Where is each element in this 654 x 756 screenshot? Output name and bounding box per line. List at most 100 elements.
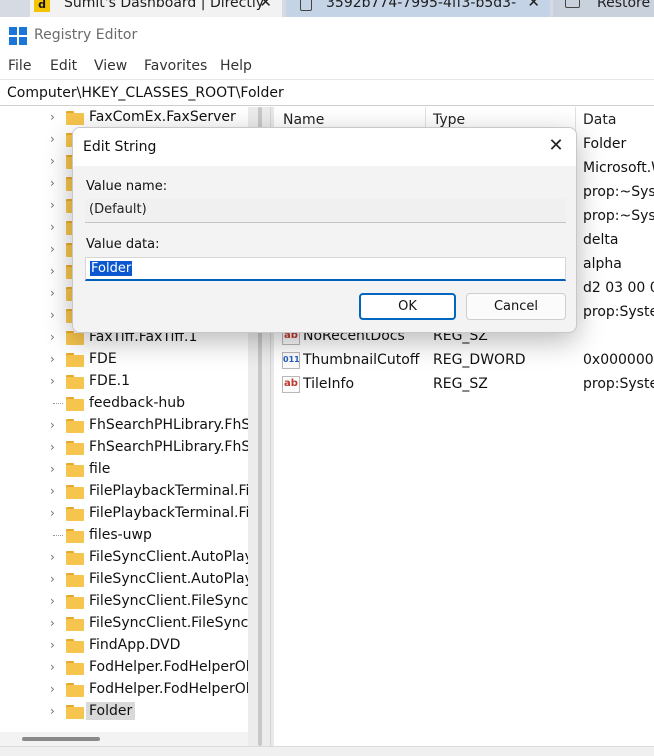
tree-item[interactable]: › FodHelper.FodHelperOl — [0, 657, 250, 679]
chevron-right-icon[interactable]: › — [50, 330, 55, 344]
chevron-right-icon[interactable]: › — [50, 220, 55, 234]
browser-tab-document[interactable]: 3592b774-7995-4ff3-b5d3- ✕ — [286, 0, 550, 17]
chevron-right-icon[interactable]: › — [50, 132, 55, 146]
chevron-right-icon[interactable]: › — [50, 462, 55, 476]
tree-item[interactable]: › Folder — [0, 701, 250, 723]
folder-icon — [66, 573, 84, 587]
folder-icon — [66, 111, 84, 125]
value-data-input[interactable]: Folder — [85, 257, 566, 281]
menu-help[interactable]: Help — [220, 58, 252, 74]
menu-file[interactable]: File — [8, 58, 31, 74]
tree-item[interactable]: › FileSyncClient.FileSyncC — [0, 613, 258, 635]
chevron-right-icon[interactable]: › — [50, 484, 55, 498]
tree-item[interactable]: › FilePlaybackTerminal.Fil — [0, 503, 253, 525]
value-data-text[interactable]: Folder — [90, 261, 133, 276]
column-header-data[interactable]: Data — [583, 112, 616, 128]
close-icon[interactable]: ✕ — [545, 136, 567, 158]
tree-item[interactable]: files-uwp — [0, 525, 250, 547]
chevron-right-icon[interactable]: › — [50, 638, 55, 652]
folder-icon — [66, 507, 84, 521]
chevron-right-icon[interactable]: › — [50, 440, 55, 454]
tree-item[interactable]: › FhSearchPHLibrary.FhSe — [0, 415, 259, 437]
folder-icon — [66, 331, 84, 345]
value-data-cell: Folder — [583, 136, 627, 152]
value-row[interactable]: 011ThumbnailCutoff REG_DWORD 0x0000000 — [275, 349, 654, 373]
folder-icon — [66, 683, 84, 697]
tree-item[interactable]: › FDE.1 — [0, 371, 250, 393]
tab-title: Restore P — [597, 0, 654, 11]
tree-item-label: Folder — [86, 702, 136, 720]
tab-close-icon[interactable]: ✕ — [527, 0, 540, 10]
chevron-right-icon[interactable]: › — [50, 198, 55, 212]
value-data-cell: Microsoft.W — [583, 160, 654, 176]
browser-tab-dashboard[interactable]: d Sumit's Dashboard | Directly ✕ — [30, 0, 282, 17]
tree-item[interactable]: › FDE — [0, 349, 250, 371]
tree-item-label: FilePlaybackTerminal.Fil — [89, 483, 254, 499]
chevron-right-icon[interactable]: › — [50, 572, 55, 586]
column-header-type[interactable]: Type — [433, 112, 465, 128]
menu-favorites[interactable]: Favorites — [144, 58, 207, 74]
folder-icon — [66, 463, 84, 477]
value-data-cell: alpha — [583, 256, 622, 272]
address-path[interactable]: Computer\HKEY_CLASSES_ROOT\Folder — [7, 85, 284, 101]
tree-item[interactable]: › FindApp.DVD — [0, 635, 250, 657]
menu-edit[interactable]: Edit — [50, 58, 77, 74]
window-titlebar: Registry Editor — [0, 17, 654, 55]
cancel-button[interactable]: Cancel — [466, 293, 566, 320]
chevron-right-icon[interactable]: › — [50, 352, 55, 366]
tree-item[interactable]: › FilePlaybackTerminal.Fil — [0, 481, 253, 503]
chevron-right-icon[interactable]: › — [50, 660, 55, 674]
folder-icon — [66, 617, 84, 631]
chevron-right-icon[interactable]: › — [50, 418, 55, 432]
tab-close-icon[interactable]: ✕ — [259, 0, 272, 10]
address-bar[interactable]: Computer\HKEY_CLASSES_ROOT\Folder — [0, 79, 654, 106]
tree-item[interactable]: feedback-hub — [0, 393, 250, 415]
folder-icon — [66, 397, 84, 411]
tree-item[interactable]: › FodHelper.FodHelperOl — [0, 679, 250, 701]
tree-item[interactable]: › file — [0, 459, 250, 481]
chevron-right-icon[interactable]: › — [50, 110, 55, 124]
chevron-right-icon[interactable]: › — [50, 176, 55, 190]
chevron-right-icon[interactable]: › — [50, 506, 55, 520]
tree-item-label: FileSyncClient.FileSyncC — [89, 593, 259, 609]
tree-item-label: feedback-hub — [89, 395, 185, 411]
tree-item[interactable]: › FileSyncClient.AutoPlayH — [0, 569, 263, 591]
chevron-right-icon[interactable]: › — [50, 308, 55, 322]
menu-view[interactable]: View — [94, 58, 127, 74]
document-icon — [300, 0, 312, 11]
chevron-right-icon[interactable]: › — [50, 154, 55, 168]
chevron-right-icon[interactable]: › — [50, 682, 55, 696]
value-row[interactable]: abTileInfo REG_SZ prop:System — [275, 373, 654, 397]
folder-icon — [66, 639, 84, 653]
value-name-cell: ThumbnailCutoff — [303, 352, 420, 368]
chevron-right-icon[interactable]: › — [50, 550, 55, 564]
browser-tab-restore[interactable]: Restore P — [553, 0, 654, 17]
chevron-right-icon[interactable]: › — [50, 286, 55, 300]
chevron-right-icon[interactable]: › — [50, 242, 55, 256]
tree-item[interactable]: › FaxComEx.FaxServer — [0, 107, 250, 129]
tree-item-label: FilePlaybackTerminal.Fil — [89, 505, 254, 521]
tree-item[interactable]: › FileSyncClient.AutoPlayH — [0, 547, 263, 569]
scrollbar-thumb[interactable] — [22, 737, 100, 741]
chevron-right-icon[interactable]: › — [50, 374, 55, 388]
folder-icon — [66, 551, 84, 565]
chevron-right-icon[interactable]: › — [50, 594, 55, 608]
tab-title: Sumit's Dashboard | Directly — [64, 0, 265, 11]
chevron-right-icon[interactable]: › — [50, 704, 55, 718]
value-data-cell: delta — [583, 232, 619, 248]
tree-horizontal-scrollbar[interactable] — [0, 732, 248, 746]
column-header-name[interactable]: Name — [283, 112, 324, 128]
tree-item[interactable]: › FhSearchPHLibrary.FhSe — [0, 437, 259, 459]
tree-item-label: FDE — [89, 351, 117, 367]
tree-item[interactable]: › FileSyncClient.FileSyncC — [0, 591, 258, 613]
value-type-cell: REG_DWORD — [433, 352, 526, 368]
tree-item-label: FileSyncClient.AutoPlayH — [89, 571, 264, 587]
chevron-right-icon[interactable]: › — [50, 264, 55, 278]
edit-string-dialog: Edit String ✕ Value name: (Default) Valu… — [72, 127, 577, 333]
chevron-right-icon[interactable]: › — [50, 616, 55, 630]
tree-item-label: file — [89, 461, 111, 477]
ok-button[interactable]: OK — [359, 293, 456, 320]
tree-item-label: FDE.1 — [89, 373, 131, 389]
tree-item-label: FodHelper.FodHelperOl — [89, 659, 250, 675]
value-name-text: (Default) — [89, 202, 147, 217]
